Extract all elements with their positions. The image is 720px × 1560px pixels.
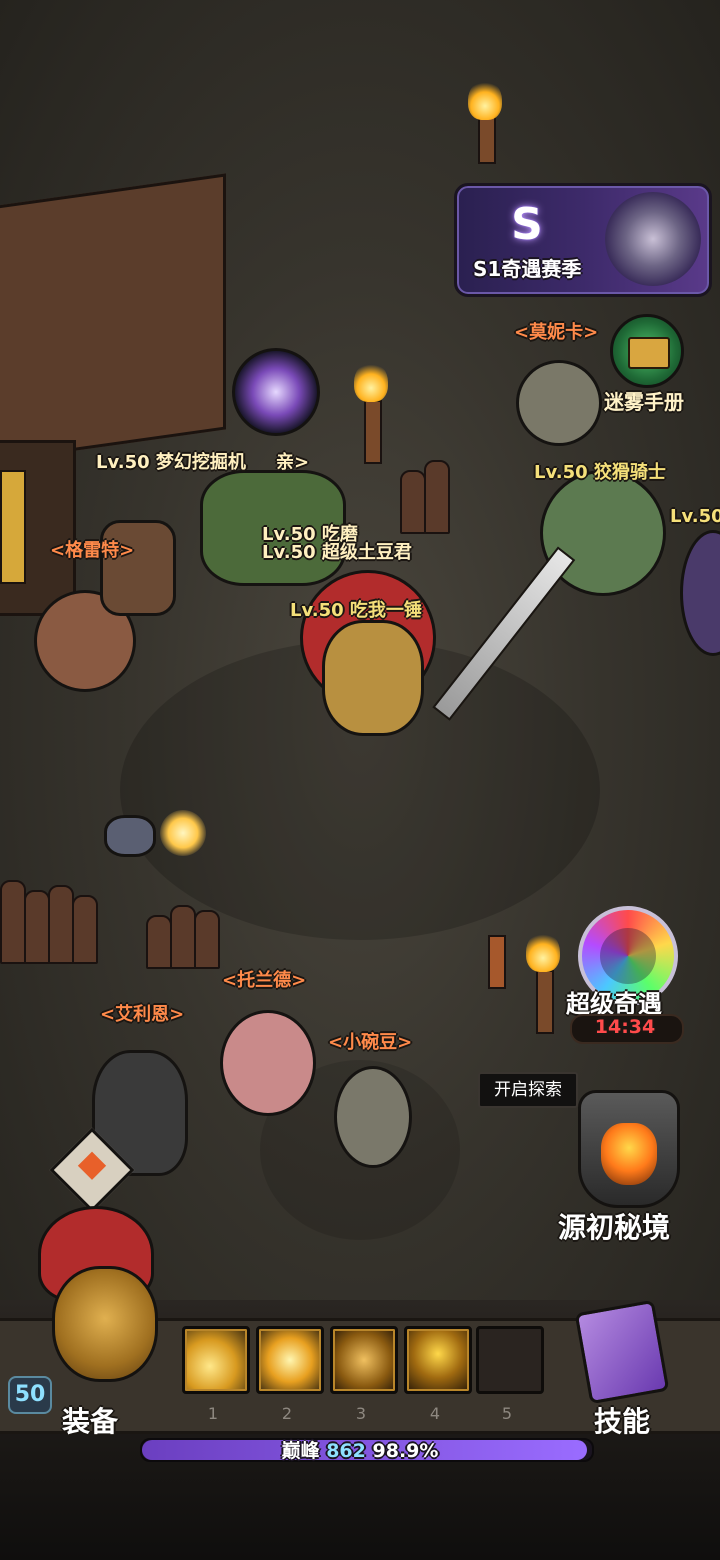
- wooden-house: [0, 173, 226, 463]
- npc-toland[interactable]: [220, 1010, 316, 1116]
- skill-slot-number: 1: [207, 1404, 219, 1423]
- skill-slot-2[interactable]: [256, 1326, 324, 1394]
- helmet-icon: [605, 192, 701, 286]
- skill-slot-number: 2: [281, 1404, 293, 1423]
- player-name-suffix: 亲>: [276, 452, 310, 473]
- season-label: S1奇遇赛季: [473, 257, 582, 281]
- npc-name-xiaowandou: <小碗豆>: [328, 1032, 413, 1053]
- house-window: [0, 470, 26, 584]
- skill-slot-number: 3: [355, 1404, 367, 1423]
- level-number: 50: [14, 1382, 46, 1407]
- player-offscreen[interactable]: [680, 530, 720, 656]
- torch: [536, 970, 554, 1034]
- fence-post: [400, 470, 426, 534]
- peak-prefix: 巅峰: [281, 1440, 320, 1462]
- hero-portrait-icon: [52, 1266, 158, 1382]
- rainbow-icon: [600, 928, 656, 984]
- torch: [364, 400, 382, 464]
- player-name-self: Lv.50 吃我一锤: [290, 600, 422, 621]
- fog-manual-button[interactable]: [610, 314, 684, 388]
- explore-tooltip-text: 开启探索: [494, 1080, 562, 1100]
- fence-post: [48, 885, 74, 964]
- fence-post: [146, 915, 172, 969]
- spellbook-icon: [574, 1299, 670, 1405]
- game-world[interactable]: <莫妮卡> Lv.50 梦幻挖掘机 亲> <格雷特> Lv.50 狡猾骑士 Lv…: [0, 0, 720, 1300]
- portal-orb[interactable]: [232, 348, 320, 436]
- npc-name-ailien: <艾利恩>: [100, 1004, 185, 1025]
- npc-name-toland: <托兰德>: [222, 970, 307, 991]
- waypoint-core: [77, 1151, 107, 1180]
- fence-post: [170, 905, 196, 969]
- equip-button-label[interactable]: 装备: [62, 1400, 118, 1440]
- super-encounter-timer: 14:34: [594, 1016, 656, 1038]
- hero-portrait-area[interactable]: [30, 1206, 160, 1402]
- book-icon: [628, 337, 670, 369]
- npc-xiaowandou[interactable]: [334, 1066, 412, 1168]
- player-name-super-potato: Lv.50 超级土豆君: [262, 542, 412, 563]
- torch-flame: [468, 80, 502, 120]
- skill-slot-5-empty[interactable]: [476, 1326, 544, 1394]
- fence-post: [424, 460, 450, 534]
- post: [488, 935, 506, 989]
- glowing-orb[interactable]: [160, 810, 206, 856]
- origin-realm-label: 源初秘境: [558, 1211, 671, 1244]
- peak-percent: 98.9%: [372, 1440, 439, 1462]
- skill-slot-number: 4: [429, 1404, 441, 1423]
- fence-post: [72, 895, 98, 964]
- fence-post: [0, 880, 26, 964]
- skill-slot-number: 5: [501, 1404, 513, 1423]
- torch-flame: [354, 362, 388, 402]
- peak-xp-text: 巅峰 862 98.9%: [0, 1436, 720, 1463]
- skill-slot-1[interactable]: [182, 1326, 250, 1394]
- player-name-dream-miner: Lv.50 梦幻挖掘机: [96, 452, 246, 473]
- cat-pet: [104, 815, 156, 857]
- season-banner[interactable]: S S1奇遇赛季: [454, 183, 712, 297]
- skill-button-label[interactable]: 技能: [594, 1400, 650, 1440]
- season-logo: S: [511, 199, 543, 250]
- demon-skull-icon: [601, 1123, 657, 1185]
- torch-flame: [526, 932, 560, 972]
- player-name-cunning-knight: Lv.50 狡猾骑士: [534, 462, 666, 483]
- player-name-edge: Lv.50: [670, 506, 720, 527]
- fence-post: [194, 910, 220, 969]
- skill-slot-3[interactable]: [330, 1326, 398, 1394]
- barrel: [100, 520, 176, 616]
- peak-level: 862: [326, 1440, 366, 1462]
- hero-character[interactable]: [322, 620, 424, 736]
- fence-post: [24, 890, 50, 964]
- npc-name-gret: <格雷特>: [50, 540, 135, 561]
- explore-tooltip[interactable]: 开启探索: [478, 1072, 578, 1108]
- skill-book-button[interactable]: [564, 1296, 674, 1406]
- npc-monica[interactable]: [516, 360, 602, 446]
- level-badge: 50: [8, 1376, 52, 1414]
- origin-realm-button[interactable]: [578, 1090, 680, 1208]
- fog-manual-label: 迷雾手册: [604, 390, 684, 414]
- skill-slot-4[interactable]: [404, 1326, 472, 1394]
- npc-name-monica: <莫妮卡>: [514, 322, 599, 343]
